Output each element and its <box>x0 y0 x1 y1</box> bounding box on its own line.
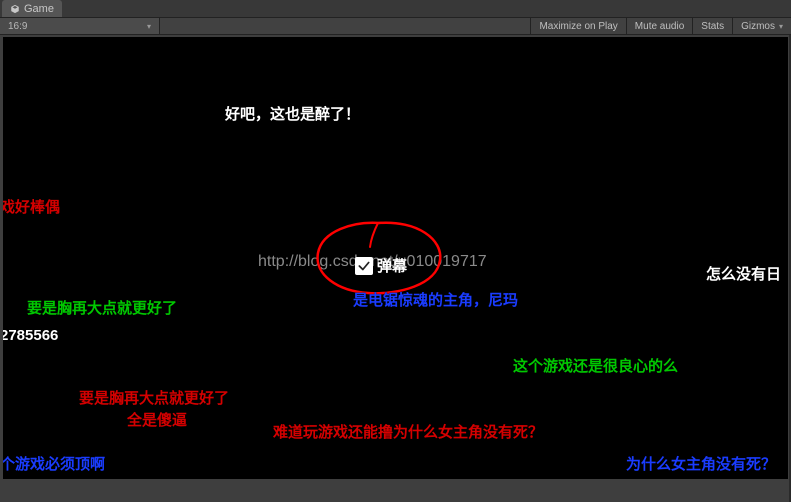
aspect-ratio-value: 16:9 <box>8 21 27 32</box>
aspect-ratio-dropdown[interactable]: 16:9 ▾ <box>0 18 160 34</box>
danmaku-comment: 个游戏必须顶啊 <box>3 453 105 474</box>
danmaku-comment: 戏好棒偶 <box>3 196 60 217</box>
chevron-down-icon: ▾ <box>779 22 783 31</box>
stats-button[interactable]: Stats <box>692 18 732 34</box>
game-view: http://blog.csdn.net/u010019717 弹幕 好吧，这也… <box>0 35 791 502</box>
danmaku-comment: 这个游戏还是很良心的么 <box>513 355 678 376</box>
danmaku-comment: 是电锯惊魂的主角，尼玛 <box>353 289 518 310</box>
check-icon <box>357 259 371 273</box>
game-tab-label: Game <box>24 3 54 15</box>
danmaku-comment: 2785566 <box>3 327 58 344</box>
mute-audio-label: Mute audio <box>635 21 684 32</box>
stats-label: Stats <box>701 21 724 32</box>
danmaku-checkbox[interactable] <box>355 257 373 275</box>
gizmos-label: Gizmos <box>741 21 775 32</box>
game-stage: http://blog.csdn.net/u010019717 弹幕 好吧，这也… <box>3 37 788 479</box>
unity-icon <box>10 4 20 14</box>
danmaku-comment: 好吧，这也是醉了！ <box>225 103 360 124</box>
game-toolbar: 16:9 ▾ Maximize on Play Mute audio Stats… <box>0 17 791 35</box>
danmaku-comment: 怎么没有日 <box>706 263 781 284</box>
gizmos-dropdown[interactable]: Gizmos ▾ <box>732 18 791 34</box>
editor-tab-bar: Game <box>0 0 791 17</box>
danmaku-comment: 全是傻逼 <box>127 409 187 430</box>
danmaku-comment: 要是胸再大点就更好了 <box>27 297 177 318</box>
game-tab[interactable]: Game <box>2 0 62 17</box>
danmaku-comment: 要是胸再大点就更好了 <box>79 387 229 408</box>
maximize-on-play-label: Maximize on Play <box>539 21 617 32</box>
toolbar-right: Maximize on Play Mute audio Stats Gizmos… <box>530 18 791 34</box>
danmaku-comment: 为什么女主角没有死？ <box>626 453 776 474</box>
toolbar-left: 16:9 ▾ <box>0 18 160 34</box>
mute-audio-button[interactable]: Mute audio <box>626 18 692 34</box>
danmaku-toggle[interactable]: 弹幕 <box>355 255 407 276</box>
danmaku-toggle-label: 弹幕 <box>377 255 407 276</box>
maximize-on-play-button[interactable]: Maximize on Play <box>530 18 625 34</box>
stage-wrap: http://blog.csdn.net/u010019717 弹幕 好吧，这也… <box>0 35 791 502</box>
chevron-down-icon: ▾ <box>147 22 151 31</box>
danmaku-comment: 难道玩游戏还能撸为什么女主角没有死？ <box>273 421 543 442</box>
